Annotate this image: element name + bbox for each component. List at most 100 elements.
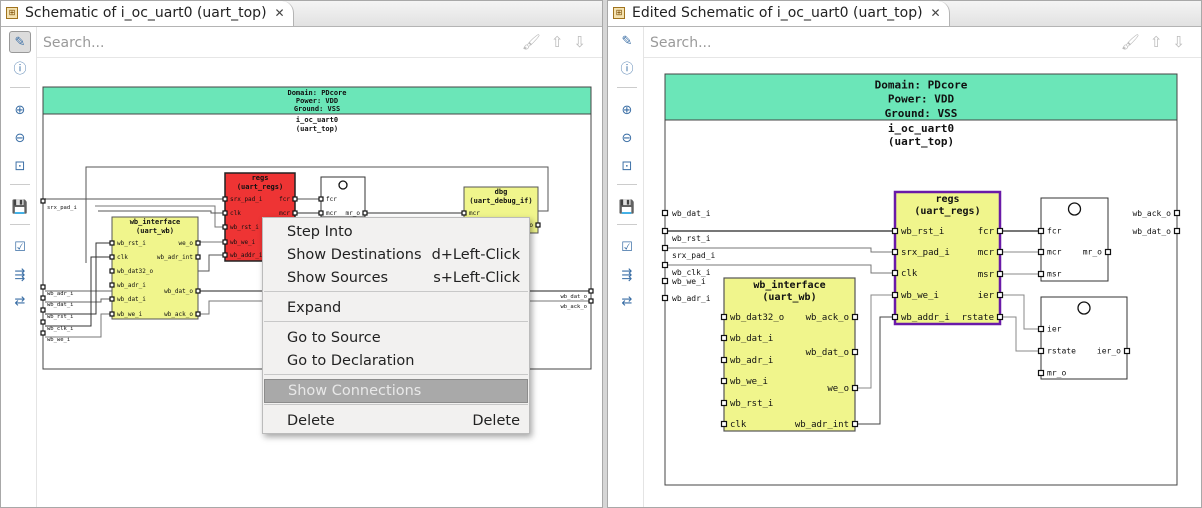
port bbox=[362, 210, 368, 216]
port bbox=[720, 313, 728, 321]
port bbox=[1037, 227, 1045, 235]
port-label: wb_we_i bbox=[117, 311, 143, 318]
tab-edited-schematic[interactable]: ⊞ Edited Schematic of i_oc_uart0 (uart_t… bbox=[608, 1, 950, 26]
port-label: rstate bbox=[961, 313, 994, 323]
port bbox=[292, 210, 298, 216]
close-icon[interactable]: ✕ bbox=[931, 1, 941, 26]
instance-name: i_oc_uart0 bbox=[888, 122, 954, 135]
search-nav: 🖌⇧⇩ bbox=[1121, 33, 1195, 51]
top-input-label: wb_rst_i bbox=[672, 234, 711, 243]
info-icon[interactable]: ⓘ bbox=[616, 59, 638, 81]
tab-title: Edited Schematic of i_oc_uart0 (uart_top… bbox=[632, 5, 923, 21]
checklist-icon[interactable]: ☑ bbox=[616, 237, 638, 259]
zoom-in-icon[interactable]: ⊕ bbox=[616, 100, 638, 122]
schematic-canvas[interactable]: Domain: PDcore Power: VDDGround: VSS i_oc_… bbox=[644, 58, 1202, 508]
menu-item-show-sources[interactable]: Show Sources s+Left-Click bbox=[264, 267, 528, 289]
menu-item-show-connections[interactable]: Show Connections bbox=[264, 379, 528, 403]
menu-item-go-to-declaration[interactable]: Go to Declaration bbox=[264, 350, 528, 372]
port bbox=[661, 209, 669, 217]
menu-item-delete[interactable]: Delete Delete bbox=[264, 410, 528, 432]
top-input-label: srx_pad_i bbox=[672, 251, 716, 260]
menu-item-show-destinations[interactable]: Show Destinations d+Left-Click bbox=[264, 244, 528, 266]
zoom-fit-icon[interactable]: ⊡ bbox=[9, 156, 31, 178]
port-label: wb_dat_o bbox=[164, 288, 193, 295]
port bbox=[40, 330, 46, 336]
port-label: wb_addr_i bbox=[230, 252, 263, 259]
port bbox=[222, 239, 228, 245]
clear-icon[interactable]: 🖌 bbox=[1121, 33, 1150, 51]
port-label: clk bbox=[730, 420, 747, 430]
up-arrow-icon[interactable]: ⇧ bbox=[551, 33, 574, 51]
port bbox=[588, 298, 594, 304]
down-arrow-icon[interactable]: ⇩ bbox=[573, 33, 596, 51]
port bbox=[891, 227, 899, 235]
clear-icon[interactable]: 🖌 bbox=[522, 33, 551, 51]
port-label: we_o bbox=[179, 240, 194, 247]
tab-schematic[interactable]: ⊞ Schematic of i_oc_uart0 (uart_top) ✕ bbox=[1, 1, 294, 26]
save-icon[interactable]: 💾 bbox=[9, 197, 31, 219]
close-icon[interactable]: ✕ bbox=[274, 1, 284, 26]
port bbox=[195, 240, 201, 246]
edit-schematic-icon[interactable]: ✎ bbox=[9, 31, 31, 53]
top-input-label: wb_clk_i bbox=[47, 326, 74, 332]
port-label: wb_ack_o bbox=[806, 313, 849, 323]
checklist-icon[interactable]: ☑ bbox=[9, 237, 31, 259]
port bbox=[535, 222, 541, 228]
port-label: mr_o bbox=[346, 210, 361, 217]
port bbox=[891, 248, 899, 256]
port bbox=[996, 270, 1004, 278]
port bbox=[1173, 227, 1181, 235]
port bbox=[720, 399, 728, 407]
top-input-label: wb_we_i bbox=[672, 277, 706, 286]
menu-separator bbox=[264, 291, 528, 292]
toolbar: ✎ ⓘ ⊕ ⊖ ⊡ 💾 ☑ ⇶ ⇄ bbox=[608, 27, 644, 507]
menu-item-step-into[interactable]: Step Into bbox=[264, 221, 528, 243]
port-label: clk bbox=[230, 210, 241, 217]
menu-item-shortcut: Delete bbox=[472, 413, 520, 429]
port bbox=[1173, 209, 1181, 217]
port bbox=[851, 420, 859, 428]
schematic-icon: ⊞ bbox=[613, 7, 625, 19]
top-output-label: wb_dat_o bbox=[561, 294, 588, 300]
top-input-label: wb_adr_i bbox=[47, 291, 74, 297]
search-input[interactable] bbox=[41, 34, 345, 52]
port bbox=[1037, 270, 1045, 278]
block-name: wb_interface bbox=[130, 218, 181, 226]
port-label: wb_addr_i bbox=[901, 313, 950, 323]
save-icon[interactable]: 💾 bbox=[616, 197, 638, 219]
zoom-out-icon[interactable]: ⊖ bbox=[616, 128, 638, 150]
port bbox=[1037, 325, 1045, 333]
info-icon[interactable]: ⓘ bbox=[9, 59, 31, 81]
expand-connections-icon[interactable]: ⇶ bbox=[616, 265, 638, 287]
top-input-label: wb_adr_i bbox=[672, 294, 711, 303]
port bbox=[318, 196, 324, 202]
expand-connections-icon[interactable]: ⇶ bbox=[9, 265, 31, 287]
menu-item-expand[interactable]: Expand bbox=[264, 297, 528, 319]
port bbox=[195, 288, 201, 294]
port bbox=[40, 295, 46, 301]
zoom-out-icon[interactable]: ⊖ bbox=[9, 128, 31, 150]
block-module: (uart_wb) bbox=[762, 292, 816, 303]
port bbox=[996, 291, 1004, 299]
search-input[interactable] bbox=[648, 34, 952, 52]
menu-item-label: Go to Source bbox=[287, 330, 381, 346]
port-label: clk bbox=[901, 269, 918, 279]
swap-icon[interactable]: ⇄ bbox=[9, 291, 31, 313]
toolbar-separator bbox=[10, 224, 30, 225]
top-output-label: wb_ack_o bbox=[561, 304, 588, 310]
menu-item-go-to-source[interactable]: Go to Source bbox=[264, 327, 528, 349]
zoom-in-icon[interactable]: ⊕ bbox=[9, 100, 31, 122]
edit-schematic-icon[interactable]: ✎ bbox=[616, 31, 638, 53]
port bbox=[851, 384, 859, 392]
port bbox=[40, 307, 46, 313]
port-label: clk bbox=[117, 254, 128, 261]
up-arrow-icon[interactable]: ⇧ bbox=[1150, 33, 1173, 51]
port bbox=[1037, 347, 1045, 355]
down-arrow-icon[interactable]: ⇩ bbox=[1172, 33, 1195, 51]
swap-icon[interactable]: ⇄ bbox=[616, 291, 638, 313]
port bbox=[720, 334, 728, 342]
block-name: wb_interface bbox=[753, 279, 825, 291]
toolbar-separator bbox=[10, 87, 30, 88]
zoom-fit-icon[interactable]: ⊡ bbox=[616, 156, 638, 178]
instance-module: (uart_top) bbox=[296, 125, 338, 133]
